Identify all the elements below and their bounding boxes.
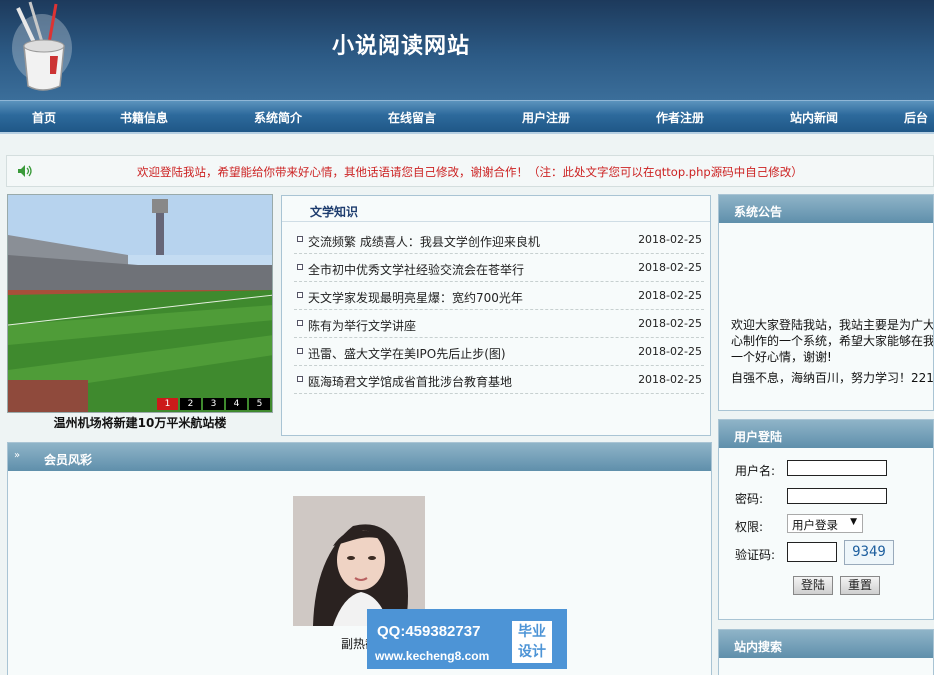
slide-caption[interactable]: 温州机场将新建10万平米航站楼 [7,414,273,431]
list-item: 交流频繁 成绩喜人：我县文学创作迎来良机 2018-02-25 [294,226,704,254]
literature-header: 文学知识 [282,196,710,222]
slide-image[interactable]: 1 2 3 4 5 [7,194,273,413]
stadium-image [8,195,272,412]
list-item: 天文学家发现最明亮星爆：宽约700光年 2018-02-25 [294,282,704,310]
search-title: 站内搜索 [734,640,783,654]
member-title: 会员风彩 [44,453,93,467]
slide-number-3[interactable]: 3 [203,398,224,410]
login-header: 用户登陆 [719,420,933,448]
bullet-icon [297,348,303,354]
member-photo[interactable] [293,496,425,626]
main-nav: 首页 书籍信息 系统简介 在线留言 用户注册 作者注册 站内新闻 后台 [0,100,934,134]
site-header: 小说阅读网站 [0,0,934,100]
list-item: 全市初中优秀文学社经验交流会在苍举行 2018-02-25 [294,254,704,282]
captcha-label: 验证码: [735,548,776,562]
article-date: 2018-02-25 [638,317,702,330]
password-label: 密码: [735,492,764,506]
image-slideshow: 1 2 3 4 5 温州机场将新建10万平米航站楼 [7,194,273,430]
captcha-input[interactable] [787,542,837,562]
nav-author-register[interactable]: 作者注册 [656,109,704,126]
literature-panel: 文学知识 交流频繁 成绩喜人：我县文学创作迎来良机 2018-02-25 全市初中… [281,195,711,436]
bullet-icon [297,264,303,270]
list-item: 迅雷、盛大文学在美IPO先后止步(图) 2018-02-25 [294,338,704,366]
notice-header: 系统公告 [719,195,933,223]
member-showcase-panel: » 会员风彩 副热截 [7,442,712,675]
nav-books[interactable]: 书籍信息 [120,109,168,126]
double-chevron-icon: » [14,450,21,461]
article-date: 2018-02-25 [638,261,702,274]
article-link[interactable]: 交流频繁 成绩喜人：我县文学创作迎来良机 [308,233,540,250]
role-select-value: 用户登录 [792,518,838,532]
slide-number-1[interactable]: 1 [157,398,178,410]
paint-cup-logo-icon [12,1,72,91]
article-date: 2018-02-25 [638,233,702,246]
slide-pager: 1 2 3 4 5 [157,398,270,410]
bullet-icon [297,376,303,382]
role-select[interactable]: 用户登录 ▼ [787,514,863,533]
article-link[interactable]: 天文学家发现最明亮星爆：宽约700光年 [308,289,523,306]
login-button[interactable]: 登陆 [793,576,833,595]
literature-list: 交流频繁 成绩喜人：我县文学创作迎来良机 2018-02-25 全市初中优秀文学社… [294,226,704,394]
slide-number-4[interactable]: 4 [226,398,247,410]
slide-number-2[interactable]: 2 [180,398,201,410]
nav-admin[interactable]: 后台 [904,109,928,126]
article-date: 2018-02-25 [638,289,702,302]
watermark-tag-line1: 毕业 [518,624,546,640]
chevron-down-icon: ▼ [850,517,857,527]
member-portrait-image [293,496,425,626]
search-header: 站内搜索 [719,630,933,658]
article-date: 2018-02-25 [638,373,702,386]
notice-title: 系统公告 [734,205,783,219]
article-link[interactable]: 迅雷、盛大文学在美IPO先后止步(图) [308,345,506,362]
list-item: 陈有为举行文学讲座 2018-02-25 [294,310,704,338]
system-notice-panel: 系统公告 欢迎大家登陆我站，我站主要是为广大朋友精心制作的一个系统，希望大家能够… [718,194,934,411]
watermark-tag: 毕业 设计 [512,621,552,663]
captcha-image[interactable]: 9349 [844,540,894,565]
site-search-panel: 站内搜索 [718,629,934,675]
watermark-tag-line2: 设计 [518,644,546,660]
article-link[interactable]: 瓯海琦君文学馆成省首批涉台教育基地 [308,373,512,390]
login-title: 用户登陆 [734,430,783,444]
list-item: 瓯海琦君文学馆成省首批涉台教育基地 2018-02-25 [294,366,704,394]
nav-home[interactable]: 首页 [32,109,56,126]
watermark-url: www.kecheng8.com [375,649,490,663]
nav-about[interactable]: 系统简介 [254,109,302,126]
nav-user-register[interactable]: 用户注册 [522,109,570,126]
nav-news[interactable]: 站内新闻 [790,109,838,126]
username-label: 用户名: [735,464,776,478]
notice-motto: 自强不息，海纳百川，努力学习！2214 [731,371,934,385]
reset-button[interactable]: 重置 [840,576,880,595]
bullet-icon [297,320,303,326]
speaker-icon [18,165,32,177]
bullet-icon [297,292,303,298]
user-login-panel: 用户登陆 用户名: 密码: 权限: 用户登录 ▼ 验证码: 9349 登陆 重置 [718,419,934,620]
watermark-banner: QQ:459382737 www.kecheng8.com 毕业 设计 [367,609,567,669]
role-label: 权限: [735,520,764,534]
article-link[interactable]: 陈有为举行文学讲座 [308,317,416,334]
watermark-qq: QQ:459382737 [377,623,481,640]
marquee-text: 欢迎登陆我站，希望能给你带来好心情，其他话语请您自己修改，谢谢合作！（注：此处文… [137,165,803,179]
site-title: 小说阅读网站 [332,33,471,59]
bullet-icon [297,236,303,242]
literature-title: 文学知识 [310,205,359,219]
announcement-marquee: 欢迎登陆我站，希望能给你带来好心情，其他话语请您自己修改，谢谢合作！（注：此处文… [6,155,934,187]
password-input[interactable] [787,488,887,504]
article-link[interactable]: 全市初中优秀文学社经验交流会在苍举行 [308,261,524,278]
article-date: 2018-02-25 [638,345,702,358]
nav-guestbook[interactable]: 在线留言 [388,109,436,126]
slide-number-5[interactable]: 5 [249,398,270,410]
username-input[interactable] [787,460,887,476]
member-header: » 会员风彩 [8,443,711,471]
notice-body: 欢迎大家登陆我站，我站主要是为广大朋友精心制作的一个系统，希望大家能够在我站获得… [731,318,934,364]
